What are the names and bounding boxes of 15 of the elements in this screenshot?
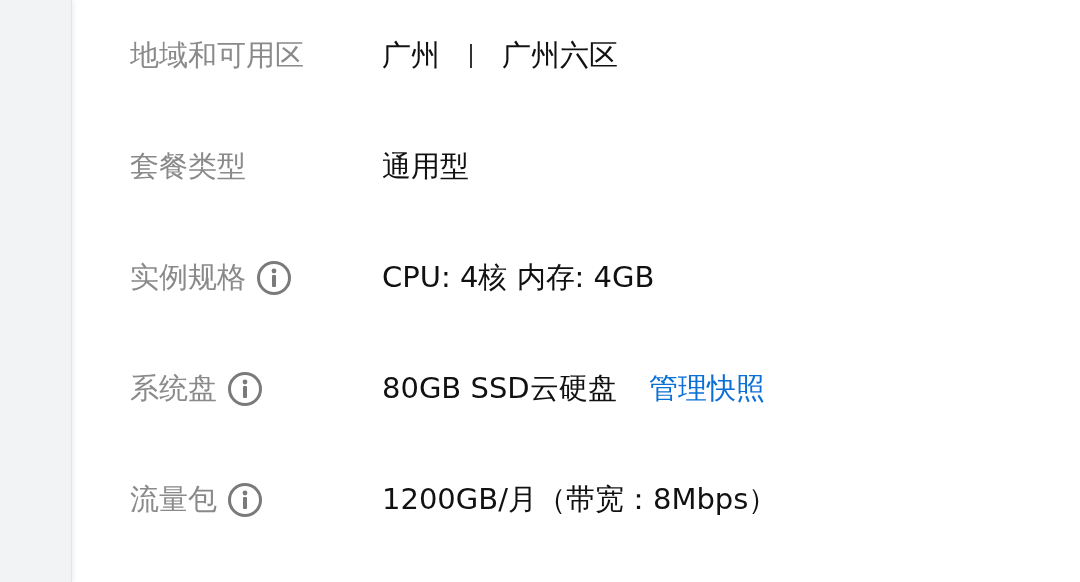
field-label: 实例规格 (130, 258, 246, 296)
info-icon[interactable] (227, 481, 263, 518)
field-value: 80GB SSD云硬盘 (382, 369, 617, 407)
field-value: 1200GB/月（带宽：8Mbps） (382, 480, 778, 518)
link[interactable]: 管理快照 (648, 366, 765, 411)
info-icon[interactable] (227, 370, 263, 407)
field-label: 地域和可用区 (130, 36, 304, 74)
field-value: 广州六区 (502, 36, 618, 74)
field-value: 通用型 (382, 147, 469, 185)
info-icon[interactable] (256, 259, 292, 296)
field-label: 系统盘 (130, 369, 217, 407)
field-value: CPU: 4核 内存: 4GB (382, 258, 655, 296)
field-value: 广州 (382, 36, 440, 74)
field-label: 流量包 (130, 480, 217, 518)
field-label: 套餐类型 (130, 147, 246, 185)
